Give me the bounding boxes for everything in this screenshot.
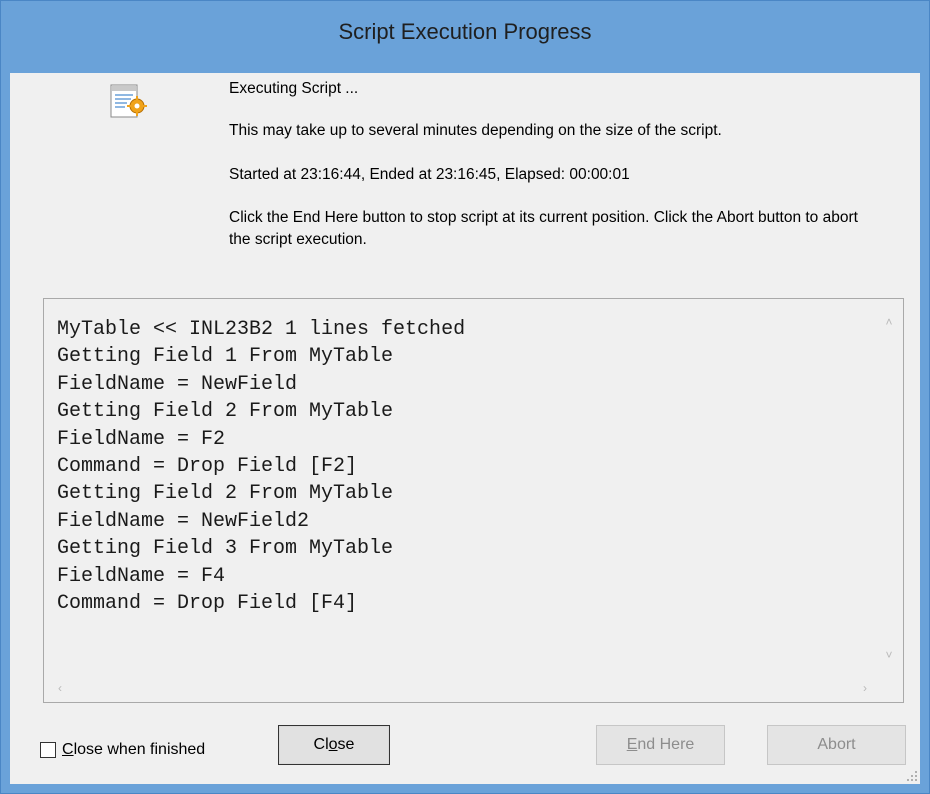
window-title: Script Execution Progress xyxy=(338,19,592,44)
timing-text: Started at 23:16:44, Ended at 23:16:45, … xyxy=(229,166,630,183)
checkbox-label[interactable]: Close when finished xyxy=(62,741,205,759)
log-lines: MyTable << INL23B2 1 lines fetched Getti… xyxy=(57,316,465,617)
log-line: FieldName = F4 xyxy=(57,564,226,588)
log-line: Getting Field 2 From MyTable xyxy=(57,482,394,506)
close-button[interactable]: Cl o se xyxy=(278,725,390,765)
chevron-left-icon[interactable]: ‹ xyxy=(52,680,68,696)
dialog-body: Executing Script ... This may take up to… xyxy=(10,73,920,784)
chevron-right-icon[interactable]: › xyxy=(857,680,873,696)
log-line: Command = Drop Field [F2] xyxy=(57,455,358,479)
chevron-up-icon[interactable]: ˄ xyxy=(881,314,897,330)
log-line: Getting Field 1 From MyTable xyxy=(57,345,394,369)
end-here-button[interactable]: End Here xyxy=(596,725,725,765)
checkbox-box[interactable] xyxy=(40,742,56,758)
script-gear-icon xyxy=(110,84,147,118)
help-text: Click the End Here button to stop script… xyxy=(229,209,858,248)
abort-button[interactable]: Abort xyxy=(767,725,906,765)
chevron-down-icon[interactable]: ˅ xyxy=(881,647,897,663)
log-line: FieldName = F2 xyxy=(57,427,226,451)
close-when-finished-checkbox[interactable]: Close when finished xyxy=(40,741,205,759)
log-line: Getting Field 3 From MyTable xyxy=(57,537,394,561)
resize-grip-icon[interactable] xyxy=(906,770,918,782)
dialog-window: Script Execution Progress Executing Scri… xyxy=(0,0,930,794)
log-line: FieldName = NewField xyxy=(57,372,298,396)
status-text: Executing Script ... xyxy=(229,80,359,97)
log-line: Getting Field 2 From MyTable xyxy=(57,400,394,424)
log-line: FieldName = NewField2 xyxy=(57,509,310,533)
log-line: MyTable << INL23B2 1 lines fetched xyxy=(57,318,466,341)
notice-text: This may take up to several minutes depe… xyxy=(229,122,722,139)
log-line: Command = Drop Field [F4] xyxy=(57,592,358,616)
log-output[interactable]: MyTable << INL23B2 1 lines fetched Getti… xyxy=(43,298,904,703)
title-bar[interactable]: Script Execution Progress xyxy=(1,1,929,73)
